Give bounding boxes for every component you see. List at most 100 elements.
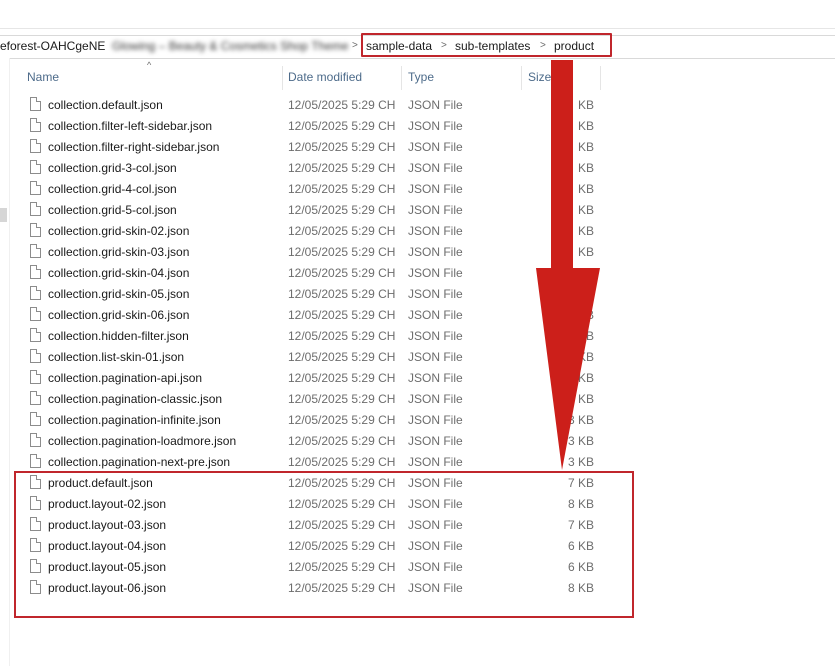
file-date: 12/05/2025 5:29 CH <box>288 329 396 343</box>
file-size: B <box>585 287 594 301</box>
file-icon <box>30 412 41 426</box>
file-icon <box>30 307 41 321</box>
file-date: 12/05/2025 5:29 CH <box>288 140 396 154</box>
file-row[interactable]: collection.pagination-next-pre.json 12/0… <box>0 452 835 473</box>
sort-up-icon: ^ <box>147 60 152 70</box>
file-icon <box>30 139 41 153</box>
file-icon <box>30 181 41 195</box>
file-row[interactable]: collection.grid-3-col.json 12/05/2025 5:… <box>0 158 835 179</box>
file-row[interactable]: collection.default.json 12/05/2025 5:29 … <box>0 95 835 116</box>
file-name: collection.pagination-next-pre.json <box>48 455 231 469</box>
file-name: collection.pagination-infinite.json <box>48 413 221 427</box>
file-type: JSON File <box>408 161 463 175</box>
file-row[interactable]: collection.hidden-filter.json 12/05/2025… <box>0 326 835 347</box>
column-divider[interactable] <box>282 66 283 90</box>
file-date: 12/05/2025 5:29 CH <box>288 266 396 280</box>
file-size: KB <box>577 140 594 154</box>
file-icon <box>30 160 41 174</box>
file-type: JSON File <box>408 266 463 280</box>
file-icon <box>30 370 41 384</box>
file-icon <box>30 349 41 363</box>
chevron-right-icon[interactable]: > <box>352 39 358 53</box>
file-icon <box>30 286 41 300</box>
breadcrumb-truncated[interactable]: eforest-OAHCgeNE <box>0 39 105 53</box>
column-header-size[interactable]: Size <box>528 66 551 88</box>
file-row[interactable]: collection.grid-skin-05.json 12/05/2025 … <box>0 284 835 305</box>
file-row[interactable]: collection.grid-skin-06.json 12/05/2025 … <box>0 305 835 326</box>
address-highlight-box <box>361 33 612 57</box>
file-name: collection.pagination-loadmore.json <box>48 434 237 448</box>
file-date: 12/05/2025 5:29 CH <box>288 287 396 301</box>
column-divider[interactable] <box>401 66 402 90</box>
file-date: 12/05/2025 5:29 CH <box>288 371 396 385</box>
file-row[interactable]: collection.pagination-classic.json 12/05… <box>0 389 835 410</box>
file-size: KB <box>577 350 594 364</box>
column-header-name[interactable]: Name <box>27 66 59 88</box>
file-row[interactable]: collection.pagination-api.json 12/05/202… <box>0 368 835 389</box>
file-icon <box>30 202 41 216</box>
file-row[interactable]: collection.grid-5-col.json 12/05/2025 5:… <box>0 200 835 221</box>
file-size: 3 KB <box>567 413 594 427</box>
file-name: collection.filter-right-sidebar.json <box>48 140 220 154</box>
file-row[interactable]: collection.grid-skin-02.json 12/05/2025 … <box>0 221 835 242</box>
file-type: JSON File <box>408 455 463 469</box>
file-size: 3 KB <box>567 434 594 448</box>
product-files-highlight-box <box>14 471 634 618</box>
file-name: collection.filter-left-sidebar.json <box>48 119 213 133</box>
file-size: KB <box>577 182 594 196</box>
file-size: KB <box>577 224 594 238</box>
file-name: collection.grid-4-col.json <box>48 182 177 196</box>
file-name: collection.default.json <box>48 98 163 112</box>
column-divider[interactable] <box>600 66 601 90</box>
file-type: JSON File <box>408 245 463 259</box>
file-icon <box>30 265 41 279</box>
file-date: 12/05/2025 5:29 CH <box>288 245 396 259</box>
file-row[interactable]: collection.list-skin-01.json 12/05/2025 … <box>0 347 835 368</box>
file-date: 12/05/2025 5:29 CH <box>288 119 396 133</box>
file-icon <box>30 433 41 447</box>
file-size: KB <box>577 119 594 133</box>
file-name: collection.pagination-classic.json <box>48 392 223 406</box>
file-type: JSON File <box>408 413 463 427</box>
file-date: 12/05/2025 5:29 CH <box>288 350 396 364</box>
file-row[interactable]: collection.grid-skin-03.json 12/05/2025 … <box>0 242 835 263</box>
file-row[interactable]: collection.pagination-infinite.json 12/0… <box>0 410 835 431</box>
file-date: 12/05/2025 5:29 CH <box>288 434 396 448</box>
file-row[interactable]: collection.filter-right-sidebar.json 12/… <box>0 137 835 158</box>
file-icon <box>30 454 41 468</box>
file-type: JSON File <box>408 434 463 448</box>
file-name: collection.grid-skin-06.json <box>48 308 190 322</box>
file-type: JSON File <box>408 119 463 133</box>
file-type: JSON File <box>408 203 463 217</box>
file-type: JSON File <box>408 308 463 322</box>
column-divider[interactable] <box>521 66 522 90</box>
file-date: 12/05/2025 5:29 CH <box>288 161 396 175</box>
file-size: KB <box>577 98 594 112</box>
file-icon <box>30 97 41 111</box>
column-header-date[interactable]: Date modified <box>288 66 362 88</box>
breadcrumb-blurred[interactable]: Glowing – Beauty & Cosmetics Shop Theme <box>112 39 349 53</box>
column-header-type[interactable]: Type <box>408 66 434 88</box>
file-size: KB <box>577 329 594 343</box>
file-type: JSON File <box>408 287 463 301</box>
file-row[interactable]: collection.grid-4-col.json 12/05/2025 5:… <box>0 179 835 200</box>
file-size: KB <box>577 161 594 175</box>
file-date: 12/05/2025 5:29 CH <box>288 308 396 322</box>
file-type: JSON File <box>408 350 463 364</box>
file-type: JSON File <box>408 371 463 385</box>
file-row[interactable]: collection.filter-left-sidebar.json 12/0… <box>0 116 835 137</box>
file-type: JSON File <box>408 140 463 154</box>
file-name: collection.list-skin-01.json <box>48 350 185 364</box>
file-date: 12/05/2025 5:29 CH <box>288 98 396 112</box>
file-date: 12/05/2025 5:29 CH <box>288 182 396 196</box>
file-type: JSON File <box>408 329 463 343</box>
file-icon <box>30 391 41 405</box>
file-name: collection.pagination-api.json <box>48 371 203 385</box>
file-row[interactable]: collection.pagination-loadmore.json 12/0… <box>0 431 835 452</box>
file-date: 12/05/2025 5:29 CH <box>288 203 396 217</box>
file-icon <box>30 223 41 237</box>
file-size: B <box>585 308 594 322</box>
file-name: collection.grid-3-col.json <box>48 161 177 175</box>
file-size: KB <box>577 203 594 217</box>
file-row[interactable]: collection.grid-skin-04.json 12/05/2025 … <box>0 263 835 284</box>
